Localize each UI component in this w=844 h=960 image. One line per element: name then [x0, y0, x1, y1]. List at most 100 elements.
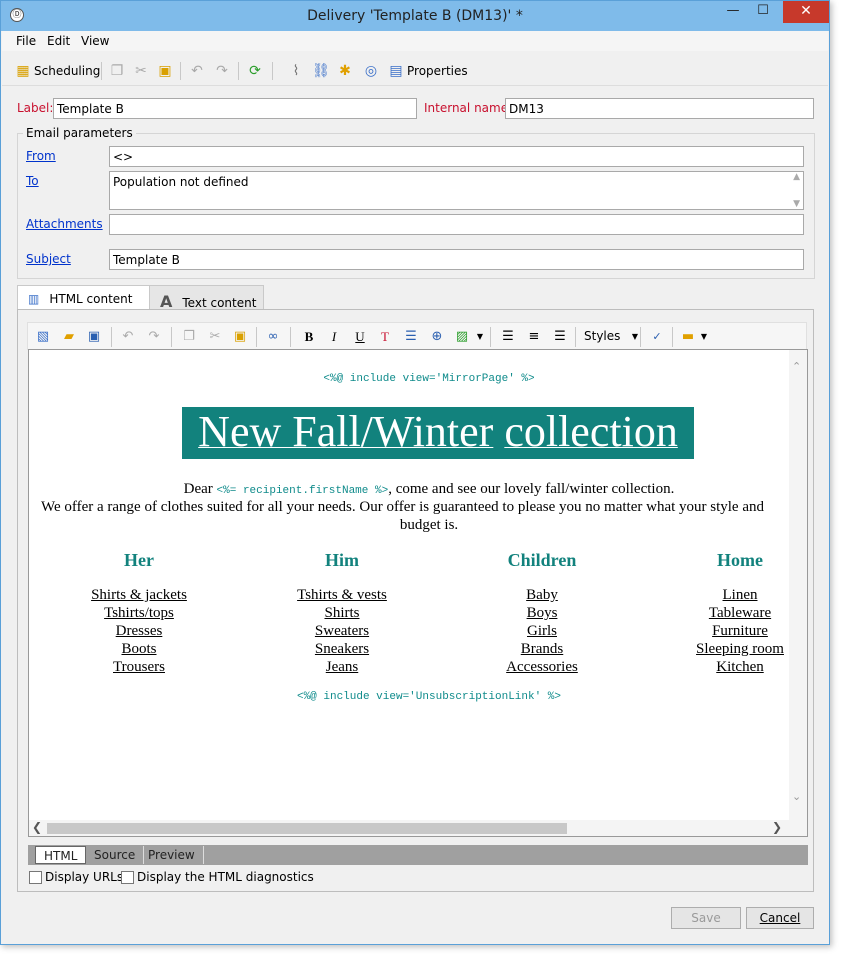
text-color-icon[interactable]: T: [376, 328, 394, 346]
scroll-thumb[interactable]: [47, 823, 567, 834]
mode-source[interactable]: Source: [86, 846, 145, 864]
redo-icon[interactable]: ↷: [213, 62, 231, 80]
align-right-icon[interactable]: ☰: [551, 328, 569, 346]
italic-icon[interactable]: I: [325, 328, 343, 346]
display-urls-checkbox[interactable]: [29, 871, 42, 884]
subject-link[interactable]: Subject: [26, 252, 71, 266]
paste-icon[interactable]: ▣: [156, 62, 174, 80]
category-link[interactable]: Boots: [49, 640, 229, 658]
category-link[interactable]: Shirts: [252, 604, 432, 622]
mode-preview[interactable]: Preview: [140, 846, 204, 864]
cut-icon[interactable]: ✂: [206, 328, 224, 346]
open-folder-icon[interactable]: ▰: [60, 328, 78, 346]
tab-text-label: Text content: [182, 296, 257, 310]
scheduling-button[interactable]: Scheduling: [34, 64, 100, 78]
internal-name-field[interactable]: DM13: [505, 98, 814, 119]
category-link[interactable]: Tshirts & vests: [252, 586, 432, 604]
to-field[interactable]: Population not defined ▲ ▼: [109, 171, 804, 210]
chevron-down-icon[interactable]: ▼: [471, 328, 489, 346]
attachments-field[interactable]: [109, 214, 804, 235]
to-link[interactable]: To: [26, 174, 39, 188]
scroll-left-icon[interactable]: ❮: [32, 820, 42, 834]
from-field[interactable]: <>: [109, 146, 804, 167]
category-link[interactable]: Boys: [452, 604, 632, 622]
label-caption: Label:: [17, 101, 54, 115]
undo-icon[interactable]: ↶: [119, 328, 137, 346]
tab-html-content[interactable]: ▥ HTML content: [17, 285, 150, 310]
subject-field[interactable]: Template B: [109, 249, 804, 270]
category-link[interactable]: Dresses: [49, 622, 229, 640]
save-icon[interactable]: ▣: [85, 328, 103, 346]
category-link[interactable]: Brands: [452, 640, 632, 658]
category-link[interactable]: Girls: [452, 622, 632, 640]
category-column-home: Home Linen Tableware Furniture Sleeping …: [650, 550, 807, 676]
close-icon[interactable]: ✕: [783, 1, 829, 23]
category-link[interactable]: Tshirts/tops: [49, 604, 229, 622]
category-link[interactable]: Linen: [650, 586, 807, 604]
paste-icon[interactable]: ▣: [231, 328, 249, 346]
category-link[interactable]: Accessories: [452, 658, 632, 676]
save-button[interactable]: Save: [671, 907, 741, 929]
editor-separator: [672, 327, 673, 347]
from-link[interactable]: From: [26, 149, 56, 163]
scroll-up-icon[interactable]: ⌃: [792, 360, 801, 373]
redo-icon[interactable]: ↷: [145, 328, 163, 346]
underline-icon[interactable]: U: [351, 328, 369, 346]
mode-html[interactable]: HTML: [35, 846, 87, 864]
category-link[interactable]: Sweaters: [252, 622, 432, 640]
category-link[interactable]: Sleeping room: [650, 640, 807, 658]
calendar-icon[interactable]: ▦: [14, 62, 32, 80]
scroll-right-icon[interactable]: ❯: [772, 820, 782, 834]
scroll-down-icon[interactable]: ⌄: [792, 790, 801, 803]
undo-icon[interactable]: ↶: [188, 62, 206, 80]
refresh-icon[interactable]: ⟳: [246, 62, 264, 80]
vertical-scrollbar[interactable]: ⌃ ⌄: [789, 350, 807, 836]
new-document-icon[interactable]: ▧: [34, 328, 52, 346]
find-icon[interactable]: ∞: [264, 328, 282, 346]
category-link[interactable]: Kitchen: [650, 658, 807, 676]
category-link[interactable]: Tableware: [650, 604, 807, 622]
target-icon[interactable]: ◎: [362, 62, 380, 80]
tab-text-content[interactable]: A Text content: [149, 285, 264, 311]
attachment-icon[interactable]: ⌇: [287, 62, 305, 80]
category-link[interactable]: Baby: [452, 586, 632, 604]
spellcheck-icon[interactable]: ✓: [648, 328, 666, 346]
minimize-icon[interactable]: —: [719, 1, 747, 23]
align-center-icon[interactable]: ≡: [525, 328, 543, 346]
attachments-link[interactable]: Attachments: [26, 217, 103, 231]
styles-dropdown[interactable]: Styles: [584, 329, 620, 343]
category-link[interactable]: Jeans: [252, 658, 432, 676]
include-unsubscription-link: <%@ include view='UnsubscriptionLink' %>: [296, 691, 562, 703]
image-icon[interactable]: ▨: [453, 328, 471, 346]
label-field[interactable]: Template B: [53, 98, 417, 119]
menu-edit[interactable]: Edit: [47, 34, 70, 48]
category-link[interactable]: Shirts & jackets: [49, 586, 229, 604]
bullet-list-icon[interactable]: ☰: [402, 328, 420, 346]
hyperlink-icon[interactable]: ⊕: [428, 328, 446, 346]
gift-icon[interactable]: ✱: [336, 62, 354, 80]
bold-icon[interactable]: B: [300, 328, 318, 346]
category-link[interactable]: Furniture: [650, 622, 807, 640]
copy-icon[interactable]: ❐: [108, 62, 126, 80]
menu-file[interactable]: File: [16, 34, 36, 48]
html-editor-area[interactable]: <%@ include view='MirrorPage' %> New Fal…: [28, 349, 808, 837]
editor-separator: [490, 327, 491, 347]
html-diagnostics-checkbox[interactable]: [121, 871, 134, 884]
cut-icon[interactable]: ✂: [132, 62, 150, 80]
link-icon[interactable]: ⛓: [312, 62, 330, 80]
category-link[interactable]: Trousers: [49, 658, 229, 676]
properties-icon[interactable]: ▤: [387, 62, 405, 80]
cancel-button[interactable]: Cancel: [746, 907, 814, 929]
menu-view[interactable]: View: [81, 34, 109, 48]
maximize-icon[interactable]: ☐: [749, 1, 777, 23]
chevron-down-icon[interactable]: ▼: [626, 328, 644, 346]
chevron-down-icon[interactable]: ▼: [695, 328, 713, 346]
copy-icon[interactable]: ❐: [180, 328, 198, 346]
align-left-icon[interactable]: ☰: [499, 328, 517, 346]
scroll-down-icon[interactable]: ▼: [793, 199, 800, 209]
properties-button[interactable]: Properties: [407, 64, 468, 78]
scroll-up-icon[interactable]: ▲: [793, 172, 800, 182]
toolbar-separator: [101, 62, 102, 80]
category-link[interactable]: Sneakers: [252, 640, 432, 658]
horizontal-scrollbar[interactable]: ❮ ❯: [29, 820, 807, 836]
